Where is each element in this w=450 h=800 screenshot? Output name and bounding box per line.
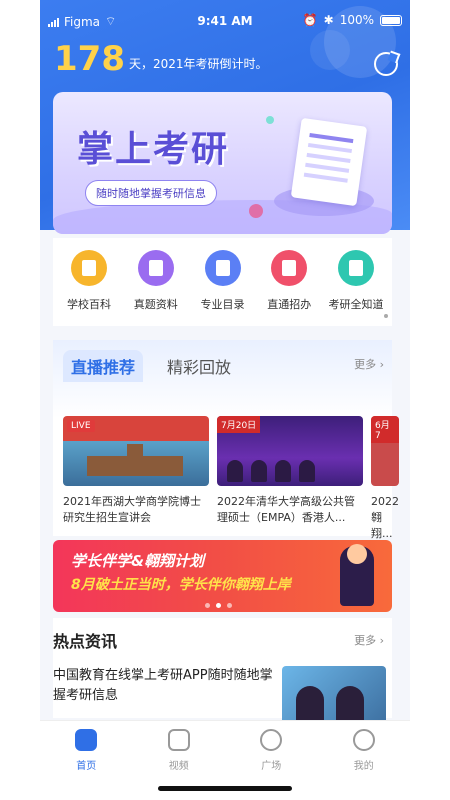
live-card[interactable]: 7月20日 2022年清华大学高级公共管理硕士（EMPA）香港人... <box>217 416 363 542</box>
decor-bubble <box>310 30 350 70</box>
date-badge: 7月20日 <box>217 416 261 433</box>
tab-label: 首页 <box>76 761 97 772</box>
home-icon <box>75 729 98 751</box>
category-school-wiki[interactable]: 学校百科 <box>59 238 119 326</box>
news-heading: 热点资讯 <box>53 632 118 651</box>
live-card[interactable]: LIVE 2021年西湖大学商学院博士研究生招生宣讲会 <box>63 416 209 542</box>
speakers-illustration <box>227 460 315 482</box>
live-thumbnail: LIVE <box>63 416 209 486</box>
live-caption: 2022... 翱翔... <box>371 495 399 540</box>
home-indicator <box>158 786 292 791</box>
tab-profile[interactable]: 我的 <box>334 729 394 800</box>
category-grid: 学校百科 真题资料 专业目录 直通招办 考研全知道 <box>53 238 392 326</box>
category-past-papers[interactable]: 真题资料 <box>126 238 186 326</box>
promo-banner[interactable]: 学长伴学&翱翔计划 8月破土正当时，学长伴你翱翔上岸 <box>53 540 392 612</box>
more-label: 更多 <box>354 634 377 647</box>
live-section: 直播推荐 精彩回放 更多 › LIVE 2021年西湖大学商学院博士研究生招生宣… <box>53 340 399 540</box>
live-card[interactable]: 6月7 2022... 翱翔... <box>371 416 399 542</box>
phone-screen: Figma ⌔ 9:41 AM ⏰ ✱ 100% 178 天，2021年考研倒计… <box>40 0 410 800</box>
live-caption: 2021年西湖大学商学院博士研究生招生宣讲会 <box>63 495 201 524</box>
school-wiki-icon <box>71 250 107 286</box>
tab-label: 我的 <box>353 761 374 772</box>
tab-home[interactable]: 首页 <box>56 729 116 800</box>
battery-icon <box>380 14 402 26</box>
graduate-illustration <box>340 544 374 606</box>
promo-title: 学长伴学&翱翔计划 <box>71 552 205 570</box>
document-illustration <box>290 117 368 207</box>
planet-icon <box>249 204 263 218</box>
category-major-catalog[interactable]: 专业目录 <box>193 238 253 326</box>
campus-illustration <box>87 444 183 476</box>
tab-label: 广场 <box>261 761 282 772</box>
category-label: 考研全知道 <box>328 298 384 311</box>
page-indicator <box>384 314 388 318</box>
live-thumbnail: 7月20日 <box>217 416 363 486</box>
live-more-link[interactable]: 更多 › <box>354 356 384 372</box>
chevron-right-icon: › <box>379 634 384 647</box>
play-icon <box>167 729 190 751</box>
live-thumbnail: 6月7 <box>371 416 399 486</box>
live-card-list: LIVE 2021年西湖大学商学院博士研究生招生宣讲会 7月20日 2022年清… <box>63 416 399 542</box>
train-icon <box>271 250 308 286</box>
catalog-icon <box>204 250 241 286</box>
chevron-right-icon: › <box>379 358 384 371</box>
category-label: 专业目录 <box>200 298 245 311</box>
category-exam-guide[interactable]: 考研全知道 <box>326 238 386 326</box>
star-icon <box>266 116 274 124</box>
category-label: 学校百科 <box>67 298 111 311</box>
news-more-link[interactable]: 更多 › <box>354 632 384 648</box>
news-item-title[interactable]: 中国教育在线掌上考研APP随时随地掌握考研信息 <box>53 666 273 706</box>
planet-icon <box>260 729 283 751</box>
status-bar: Figma ⌔ 9:41 AM ⏰ ✱ 100% <box>40 6 410 34</box>
more-label: 更多 <box>354 358 377 371</box>
live-caption: 2022年清华大学高级公共管理硕士（EMPA）香港人... <box>217 495 355 524</box>
carousel-dots <box>205 603 232 608</box>
refresh-icon[interactable] <box>374 52 398 76</box>
profile-icon <box>352 729 375 751</box>
category-admissions[interactable]: 直通招办 <box>259 238 319 326</box>
live-badge: LIVE <box>67 420 95 432</box>
tab-replay[interactable]: 精彩回放 <box>167 350 231 382</box>
banner-subtitle: 随时随地掌握考研信息 <box>85 180 217 206</box>
books-icon <box>137 250 174 286</box>
banner-title: 掌上考研 <box>77 129 230 170</box>
countdown-days: 178 <box>54 39 125 79</box>
bluetooth-icon: ✱ <box>323 13 334 27</box>
category-label: 真题资料 <box>133 298 178 311</box>
news-thumbnail[interactable] <box>282 666 386 726</box>
exam-countdown: 178 天，2021年考研倒计时。 <box>54 40 268 78</box>
battery-label: 100% <box>339 13 374 27</box>
news-section: 热点资讯 更多 › 中国教育在线掌上考研APP随时随地掌握考研信息 <box>53 618 392 726</box>
lightbulb-icon <box>338 250 374 286</box>
countdown-text: 天，2021年考研倒计时。 <box>128 57 268 71</box>
category-label: 直通招办 <box>267 298 312 311</box>
tab-live-recommend[interactable]: 直播推荐 <box>63 350 144 382</box>
alarm-icon: ⏰ <box>302 13 318 27</box>
date-badge: 6月7 <box>371 416 399 443</box>
hero-banner[interactable]: 掌上考研 随时随地掌握考研信息 <box>53 92 392 234</box>
tab-label: 视频 <box>168 761 189 772</box>
promo-subtitle: 8月破土正当时，学长伴你翱翔上岸 <box>71 577 291 593</box>
